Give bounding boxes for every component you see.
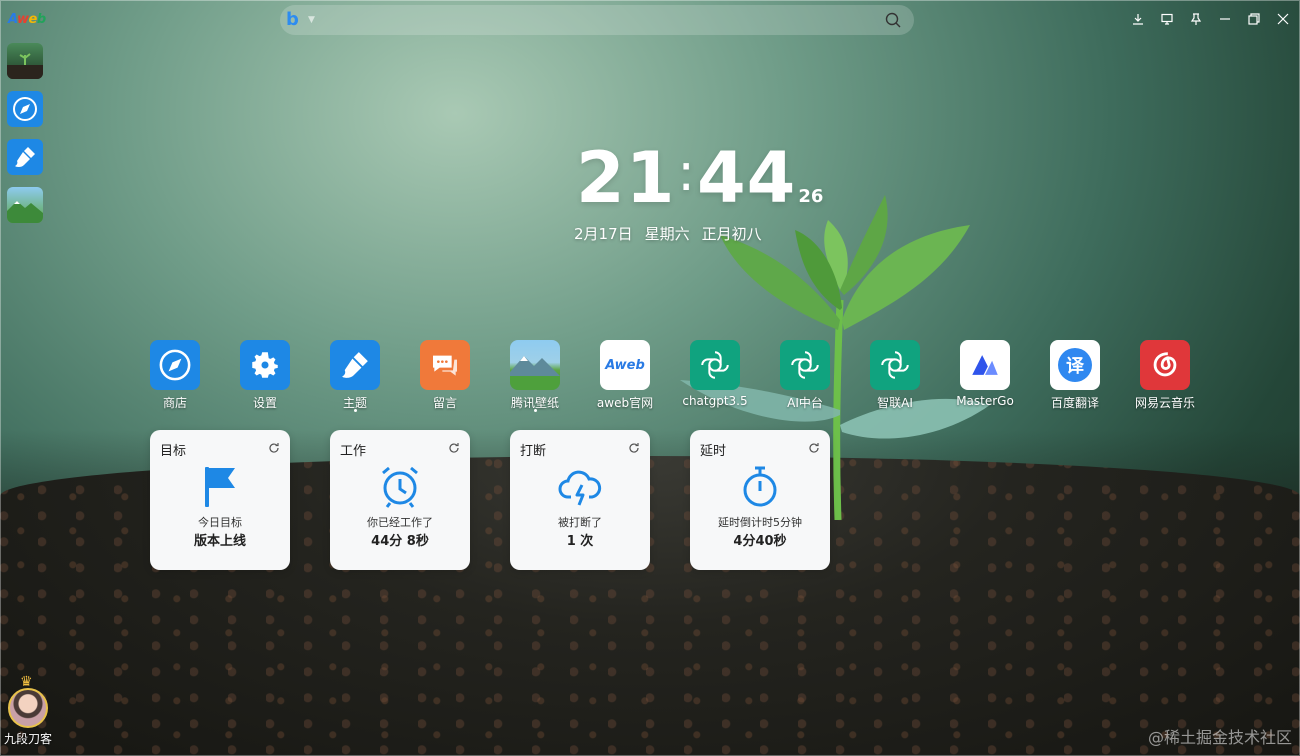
app-message[interactable]: 留言 [400, 340, 490, 411]
date-weekday: 星期六 [644, 225, 690, 243]
app-label: chatgpt3.5 [682, 394, 748, 408]
message-icon[interactable] [420, 340, 470, 390]
user-profile[interactable]: ♛ 九段刀客 [4, 674, 53, 747]
landscape-icon[interactable] [510, 340, 560, 390]
app-label: 留言 [432, 396, 457, 410]
aweb-logo-text: Aweb [605, 357, 645, 373]
brush-icon[interactable] [7, 139, 43, 175]
brush-icon[interactable] [330, 340, 380, 390]
alarm-clock-icon [382, 466, 418, 508]
openai-icon[interactable] [690, 340, 740, 390]
avatar[interactable] [8, 688, 48, 728]
refresh-icon[interactable] [448, 442, 460, 454]
translate-icon[interactable]: 译 [1050, 340, 1100, 390]
app-zhilian-ai[interactable]: 智联AI [850, 340, 940, 411]
app-label: 网易云音乐 [1134, 396, 1195, 410]
logo-letter: w [16, 12, 29, 27]
app-label: 智联AI [877, 396, 913, 410]
app-label: AI中台 [787, 396, 823, 410]
mastergo-icon[interactable] [960, 340, 1010, 390]
widget-desc: 被打断了 [558, 516, 602, 529]
clock: 21:44 26 [576, 140, 823, 216]
restore-icon[interactable] [1245, 10, 1263, 28]
refresh-icon[interactable] [808, 442, 820, 454]
widget-row: 目标 今日目标 版本上线 工作 你已经工作了 44分 8秒 打断 被打断了 1 … [150, 430, 830, 570]
widget-desc: 延时倒计时5分钟 [718, 516, 802, 529]
pin-icon[interactable] [1187, 10, 1205, 28]
compass-icon[interactable] [7, 91, 43, 127]
app-label: aweb官网 [596, 396, 654, 410]
close-icon[interactable] [1274, 10, 1292, 28]
widget-title: 打断 [520, 444, 547, 459]
app-settings[interactable]: 设置 [220, 340, 310, 411]
landscape-icon[interactable] [7, 187, 43, 223]
app-theme[interactable]: 主题 [310, 340, 400, 412]
active-indicator [353, 409, 357, 412]
widget-delay[interactable]: 延时 延时倒计时5分钟 4分40秒 [690, 430, 830, 570]
flag-icon [205, 467, 235, 507]
widget-work[interactable]: 工作 你已经工作了 44分 8秒 [330, 430, 470, 570]
logo-letter: b [36, 12, 46, 27]
app-mastergo[interactable]: MasterGo [940, 340, 1030, 411]
date-day: 2月17日 [574, 225, 633, 243]
gear-icon[interactable] [240, 340, 290, 390]
thunder-cloud-icon [558, 470, 602, 506]
widget-goal[interactable]: 目标 今日目标 版本上线 [150, 430, 290, 570]
user-name: 九段刀客 [4, 732, 53, 746]
app-netease-music[interactable]: 网易云音乐 [1120, 340, 1210, 411]
compass-icon[interactable] [150, 340, 200, 390]
clock-minutes: 44 [696, 137, 797, 219]
app-label: 商店 [162, 396, 187, 410]
netease-music-icon[interactable] [1140, 340, 1190, 390]
app-aweb-site[interactable]: Aweb aweb官网 [580, 340, 670, 411]
logo-letter: A [8, 12, 17, 27]
openai-icon[interactable] [780, 340, 830, 390]
app-shop[interactable]: 商店 [130, 340, 220, 411]
widget-value: 1 次 [566, 534, 594, 549]
clock-seconds: 26 [798, 186, 824, 207]
widget-value: 版本上线 [193, 534, 246, 549]
stopwatch-icon [743, 466, 777, 507]
app-ai-platform[interactable]: AI中台 [760, 340, 850, 411]
widget-value: 4分40秒 [733, 534, 787, 549]
logo-letter: e [28, 12, 38, 27]
monitor-icon[interactable] [1158, 10, 1176, 28]
widget-desc: 今日目标 [198, 516, 242, 529]
aweb-logo[interactable]: Aweb [8, 12, 46, 27]
chevron-down-icon[interactable]: ▼ [308, 15, 315, 25]
window-controls [1129, 10, 1292, 28]
widget-desc: 你已经工作了 [367, 516, 433, 529]
app-label: 设置 [252, 396, 277, 410]
app-label: MasterGo [956, 394, 1014, 408]
app-tencent-wallpaper[interactable]: 腾讯壁纸 [490, 340, 580, 412]
clock-colon: : [677, 143, 695, 203]
widget-value: 44分 8秒 [371, 534, 429, 549]
aweb-logo-icon[interactable]: Aweb [600, 340, 650, 390]
refresh-icon[interactable] [268, 442, 280, 454]
date-line: 2月17日 星期六 正月初八 [574, 223, 762, 244]
watermark: @稀土掘金技术社区 [1147, 728, 1292, 747]
search-bar[interactable]: b ▼ [280, 5, 914, 35]
app-baidu-translate[interactable]: 译 百度翻译 [1030, 340, 1120, 411]
search-icon[interactable] [884, 11, 902, 29]
crown-icon: ♛ [20, 674, 33, 690]
left-dock [7, 43, 43, 223]
app-chatgpt[interactable]: chatgpt3.5 [670, 340, 760, 411]
openai-icon[interactable] [870, 340, 920, 390]
widget-title: 延时 [700, 444, 727, 459]
translate-glyph: 译 [1058, 348, 1092, 382]
app-label: 百度翻译 [1050, 396, 1099, 410]
refresh-icon[interactable] [628, 442, 640, 454]
download-icon[interactable] [1129, 10, 1147, 28]
widget-title: 目标 [160, 444, 187, 459]
minimize-icon[interactable] [1216, 10, 1234, 28]
bing-engine-icon[interactable]: b [286, 9, 299, 30]
widget-interrupt[interactable]: 打断 被打断了 1 次 [510, 430, 650, 570]
active-indicator [533, 409, 537, 412]
widget-title: 工作 [340, 444, 367, 459]
wallpaper-thumbnail-icon[interactable] [7, 43, 43, 79]
app-grid: 商店 设置 主题 留言 腾讯壁纸 Aweb aweb官网 chatgpt3.5 … [130, 340, 1210, 412]
clock-hours: 21 [576, 137, 676, 219]
date-lunar: 正月初八 [701, 225, 762, 243]
